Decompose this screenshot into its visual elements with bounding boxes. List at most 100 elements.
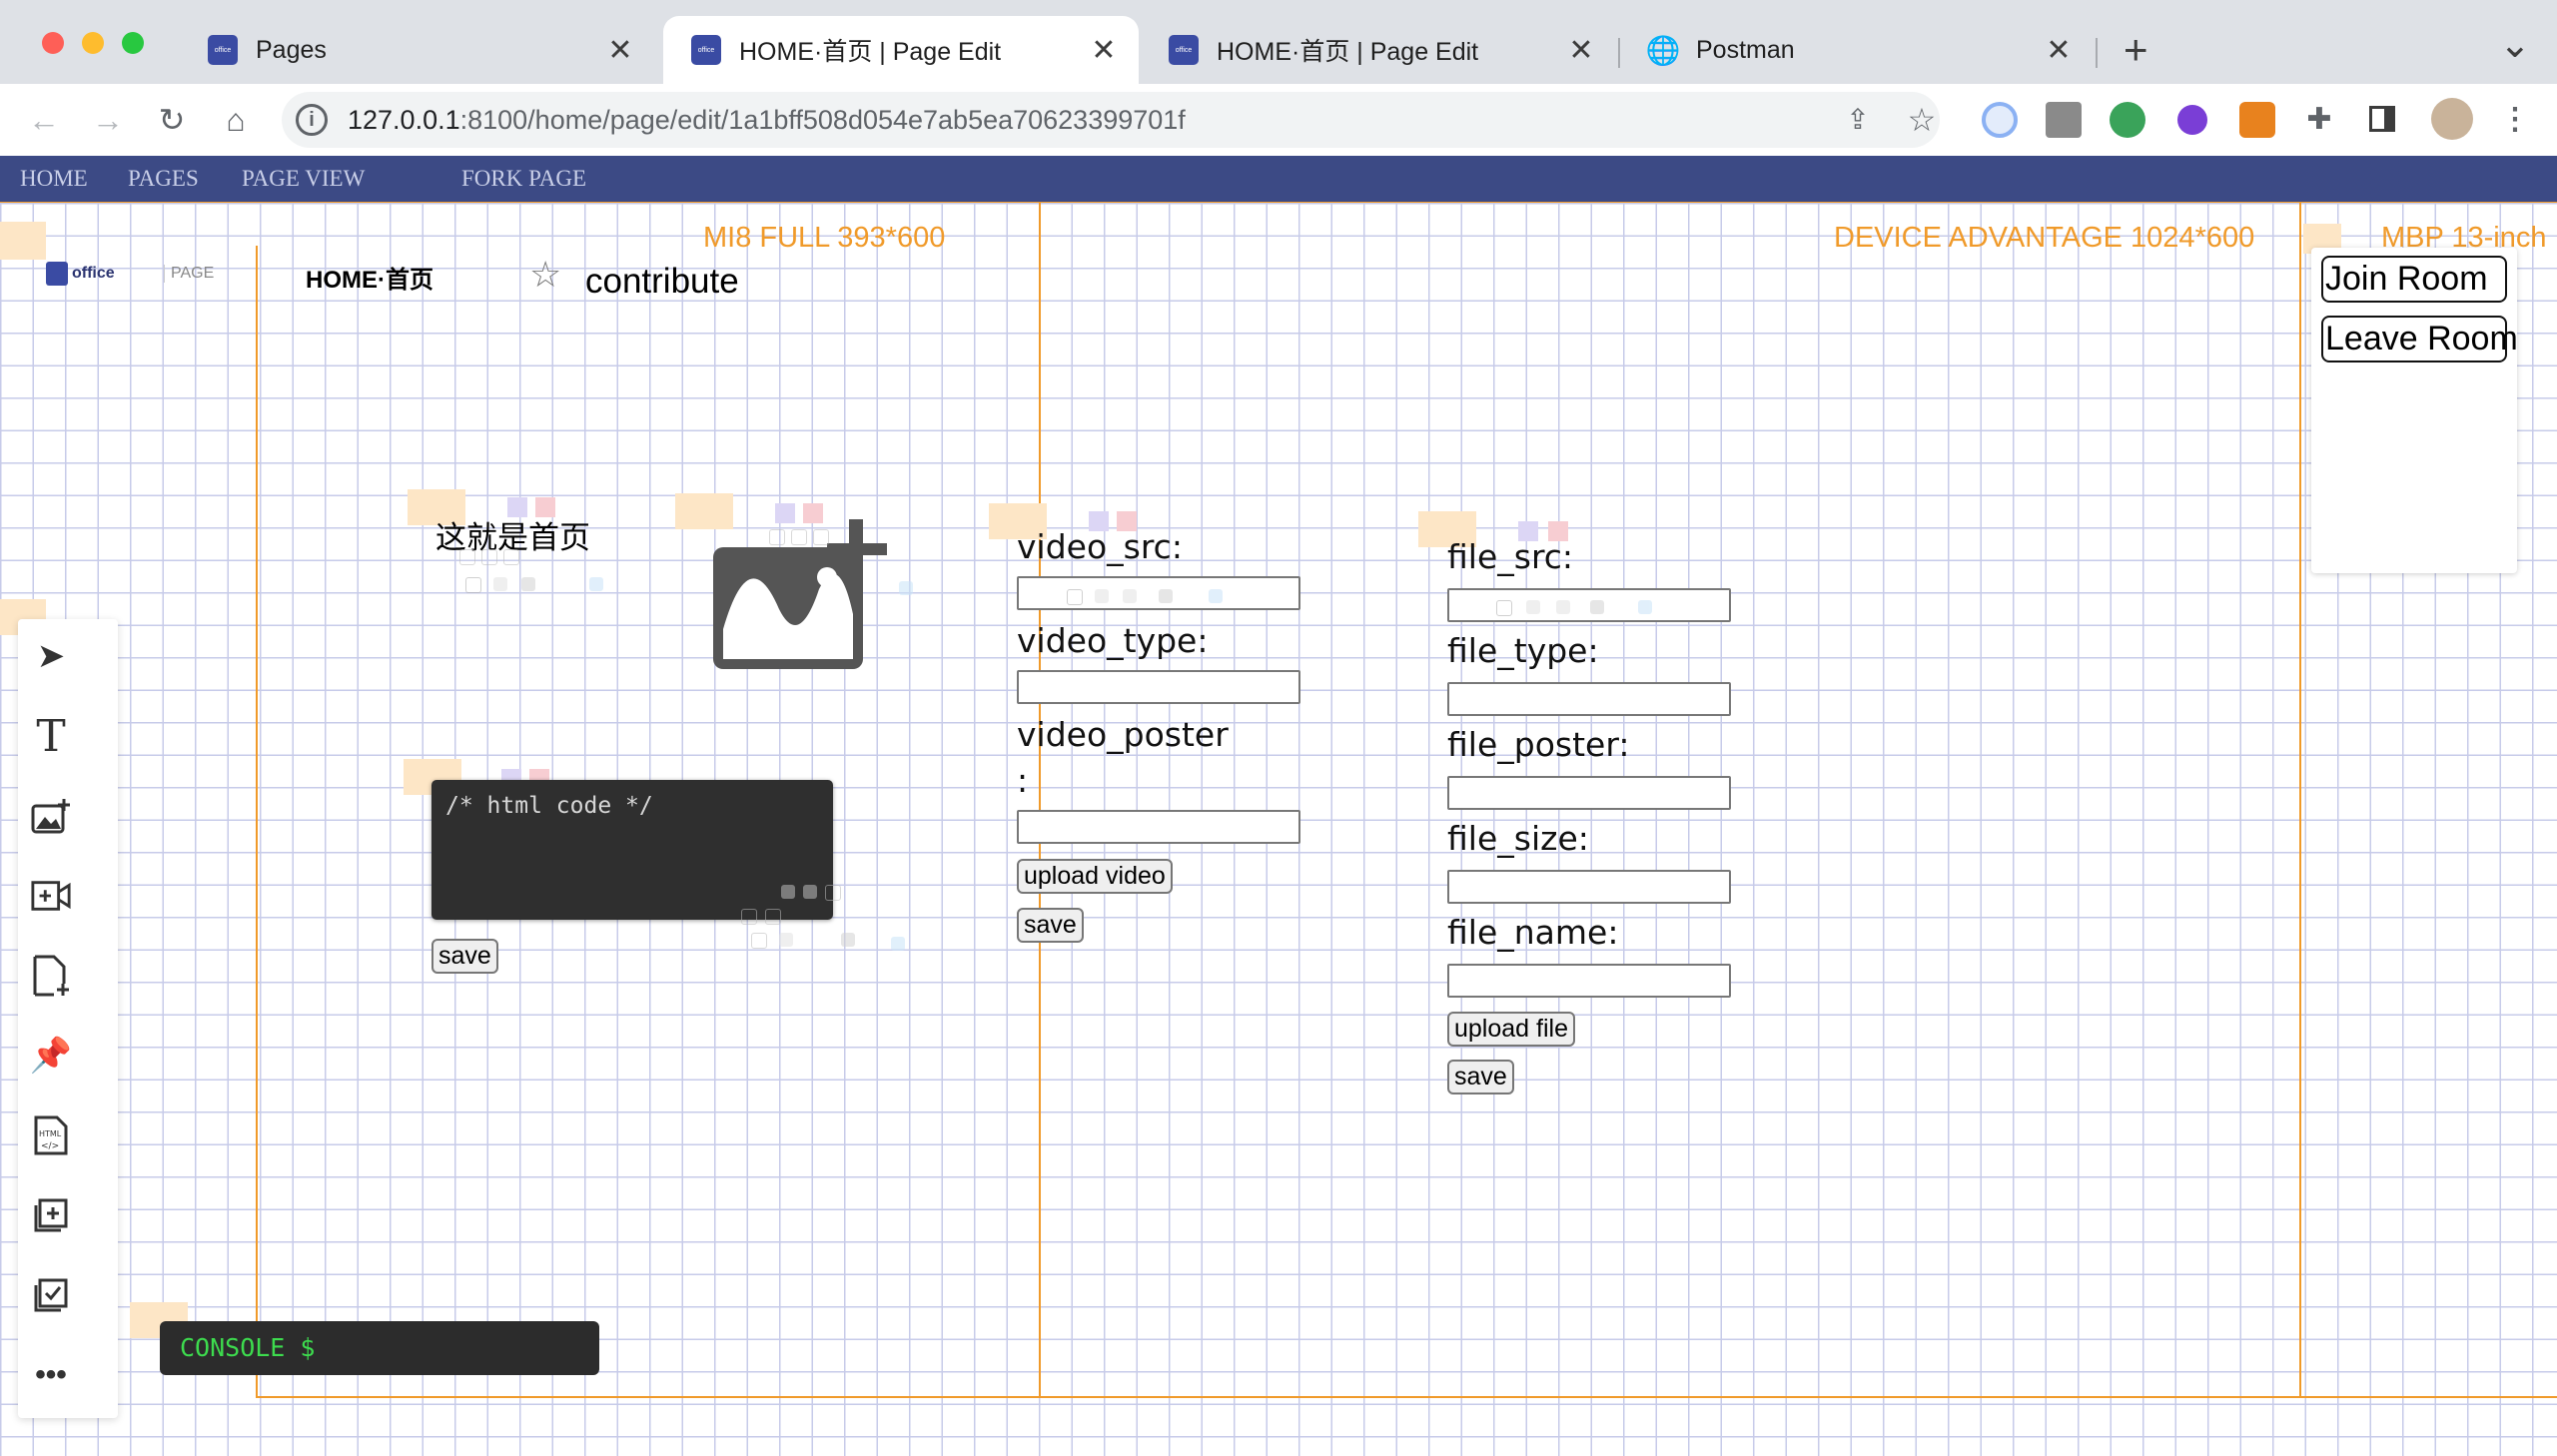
format-icon[interactable] — [803, 885, 817, 899]
forward-arrow-icon[interactable]: → — [88, 100, 128, 140]
text-tool-icon[interactable]: T — [30, 711, 72, 762]
nav-page-view[interactable]: PAGE VIEW — [242, 166, 365, 192]
select-pointer-icon[interactable]: ➤ — [30, 635, 72, 677]
video-type-input[interactable] — [1017, 670, 1300, 704]
reload-icon[interactable]: ↻ — [152, 100, 192, 140]
leave-room-button[interactable]: Leave Room — [2321, 316, 2518, 363]
nav-home[interactable]: HOME — [20, 166, 88, 192]
checkbox-tool-icon[interactable] — [30, 1274, 72, 1316]
console-panel[interactable]: CONSOLE $ — [160, 1321, 599, 1375]
pin-tool-icon[interactable]: 📌 — [30, 1035, 72, 1077]
format-icon[interactable] — [791, 529, 807, 545]
format-icon[interactable] — [765, 909, 781, 925]
format-icon[interactable] — [891, 937, 905, 951]
metamask-fox-icon[interactable] — [2239, 102, 2275, 138]
home-icon[interactable]: ⌂ — [216, 100, 256, 140]
tab-postman[interactable]: 🌐 Postman ✕ — [1620, 16, 2094, 84]
extensions-puzzle-icon[interactable]: ✚ — [2299, 100, 2339, 140]
join-room-button[interactable]: Join Room — [2321, 256, 2507, 303]
format-icon[interactable] — [769, 529, 785, 545]
video-poster-input[interactable] — [1017, 810, 1300, 844]
format-icon[interactable] — [781, 885, 795, 899]
nav-fork-page[interactable]: FORK PAGE — [461, 166, 586, 192]
favorite-star-icon[interactable]: ☆ — [529, 254, 561, 296]
format-icon[interactable] — [1123, 589, 1137, 603]
back-arrow-icon[interactable]: ← — [24, 100, 64, 140]
extension-bitcoin-icon[interactable] — [2177, 105, 2207, 135]
format-icon[interactable] — [841, 933, 855, 947]
extension-icon[interactable] — [2046, 102, 2082, 138]
add-video-tool-icon[interactable] — [30, 875, 72, 917]
input-tools-overlay[interactable] — [1478, 596, 1678, 618]
page-badge: PAGE — [164, 265, 214, 283]
add-block-tool-icon[interactable] — [30, 1194, 72, 1236]
profile-avatar[interactable] — [2431, 98, 2473, 140]
upload-file-button[interactable]: upload file — [1447, 1012, 1575, 1047]
image-tools-overlay[interactable] — [719, 529, 919, 609]
nav-pages[interactable]: PAGES — [128, 166, 199, 192]
side-panel-icon[interactable] — [2369, 106, 2395, 132]
format-icon[interactable] — [1590, 600, 1604, 614]
close-icon[interactable]: ✕ — [1566, 33, 1596, 68]
format-icon[interactable] — [493, 577, 507, 591]
tab-search-chevron-icon[interactable]: ⌄ — [2499, 22, 2531, 67]
format-icon[interactable] — [751, 933, 767, 949]
tab-page-edit-active[interactable]: office HOME·首页 | Page Edit ✕ — [663, 16, 1139, 84]
text-format-toolbar[interactable] — [459, 549, 603, 599]
window-close-button[interactable] — [42, 32, 64, 54]
format-icon[interactable] — [899, 581, 913, 595]
file-poster-input[interactable] — [1447, 776, 1731, 810]
format-icon[interactable] — [589, 577, 603, 591]
format-icon[interactable] — [481, 549, 497, 565]
format-icon[interactable] — [459, 549, 475, 565]
window-zoom-button[interactable] — [122, 32, 144, 54]
add-image-tool-icon[interactable] — [30, 795, 72, 837]
site-info-icon[interactable]: i — [296, 104, 328, 136]
new-tab-icon[interactable]: + — [2124, 26, 2148, 74]
extension-globe-icon[interactable] — [2110, 102, 2145, 138]
format-icon[interactable] — [741, 909, 757, 925]
share-icon[interactable]: ⇪ — [1838, 100, 1878, 140]
upload-video-button[interactable]: upload video — [1017, 859, 1173, 894]
code-save-button[interactable]: save — [431, 939, 498, 974]
close-icon[interactable]: ✕ — [2044, 33, 2074, 68]
close-icon[interactable]: ✕ — [1089, 33, 1119, 68]
tab-pages[interactable]: office Pages ✕ — [180, 16, 655, 84]
file-type-input[interactable] — [1447, 682, 1731, 716]
file-save-button[interactable]: save — [1447, 1060, 1514, 1094]
format-icon[interactable] — [1209, 589, 1223, 603]
bookmark-star-icon[interactable]: ☆ — [1902, 100, 1942, 140]
format-icon[interactable] — [1067, 589, 1083, 605]
file-size-input[interactable] — [1447, 870, 1731, 904]
browser-menu-kebab-icon[interactable]: ⋮ — [2495, 100, 2535, 140]
device-frame-advantage-edge — [2299, 203, 2301, 1398]
code-tools-overlay[interactable] — [721, 885, 921, 965]
video-poster-colon: : — [1017, 761, 1029, 800]
format-icon[interactable] — [1556, 600, 1570, 614]
format-icon[interactable] — [813, 529, 829, 545]
tab-page-edit[interactable]: office HOME·首页 | Page Edit ✕ — [1141, 16, 1616, 84]
format-icon[interactable] — [1638, 600, 1652, 614]
format-icon[interactable] — [465, 577, 481, 593]
close-icon[interactable]: ✕ — [605, 33, 635, 68]
format-icon[interactable] — [1496, 600, 1512, 616]
add-file-tool-icon[interactable] — [30, 955, 72, 997]
input-tools-overlay[interactable] — [1059, 585, 1239, 607]
format-icon[interactable] — [521, 577, 535, 591]
more-tools-icon[interactable]: ••• — [30, 1354, 72, 1396]
video-save-button[interactable]: save — [1017, 908, 1084, 943]
format-icon[interactable] — [503, 549, 519, 565]
format-icon[interactable] — [825, 885, 841, 901]
format-icon[interactable] — [779, 933, 793, 947]
format-icon[interactable] — [1095, 589, 1109, 603]
contribute-link[interactable]: contribute — [585, 262, 739, 302]
format-icon[interactable] — [1159, 589, 1173, 603]
file-name-input[interactable] — [1447, 964, 1731, 998]
html-file-tool-icon[interactable]: HTML </> — [30, 1114, 72, 1156]
window-minimize-button[interactable] — [82, 32, 104, 54]
file-type-label: file_type: — [1447, 631, 1599, 670]
extension-icon[interactable] — [1982, 102, 2018, 138]
file-name-label: file_name: — [1447, 913, 1619, 952]
format-icon[interactable] — [1526, 600, 1540, 614]
address-bar[interactable]: i 127.0.0.1:8100/home/page/edit/1a1bff50… — [282, 92, 1940, 148]
